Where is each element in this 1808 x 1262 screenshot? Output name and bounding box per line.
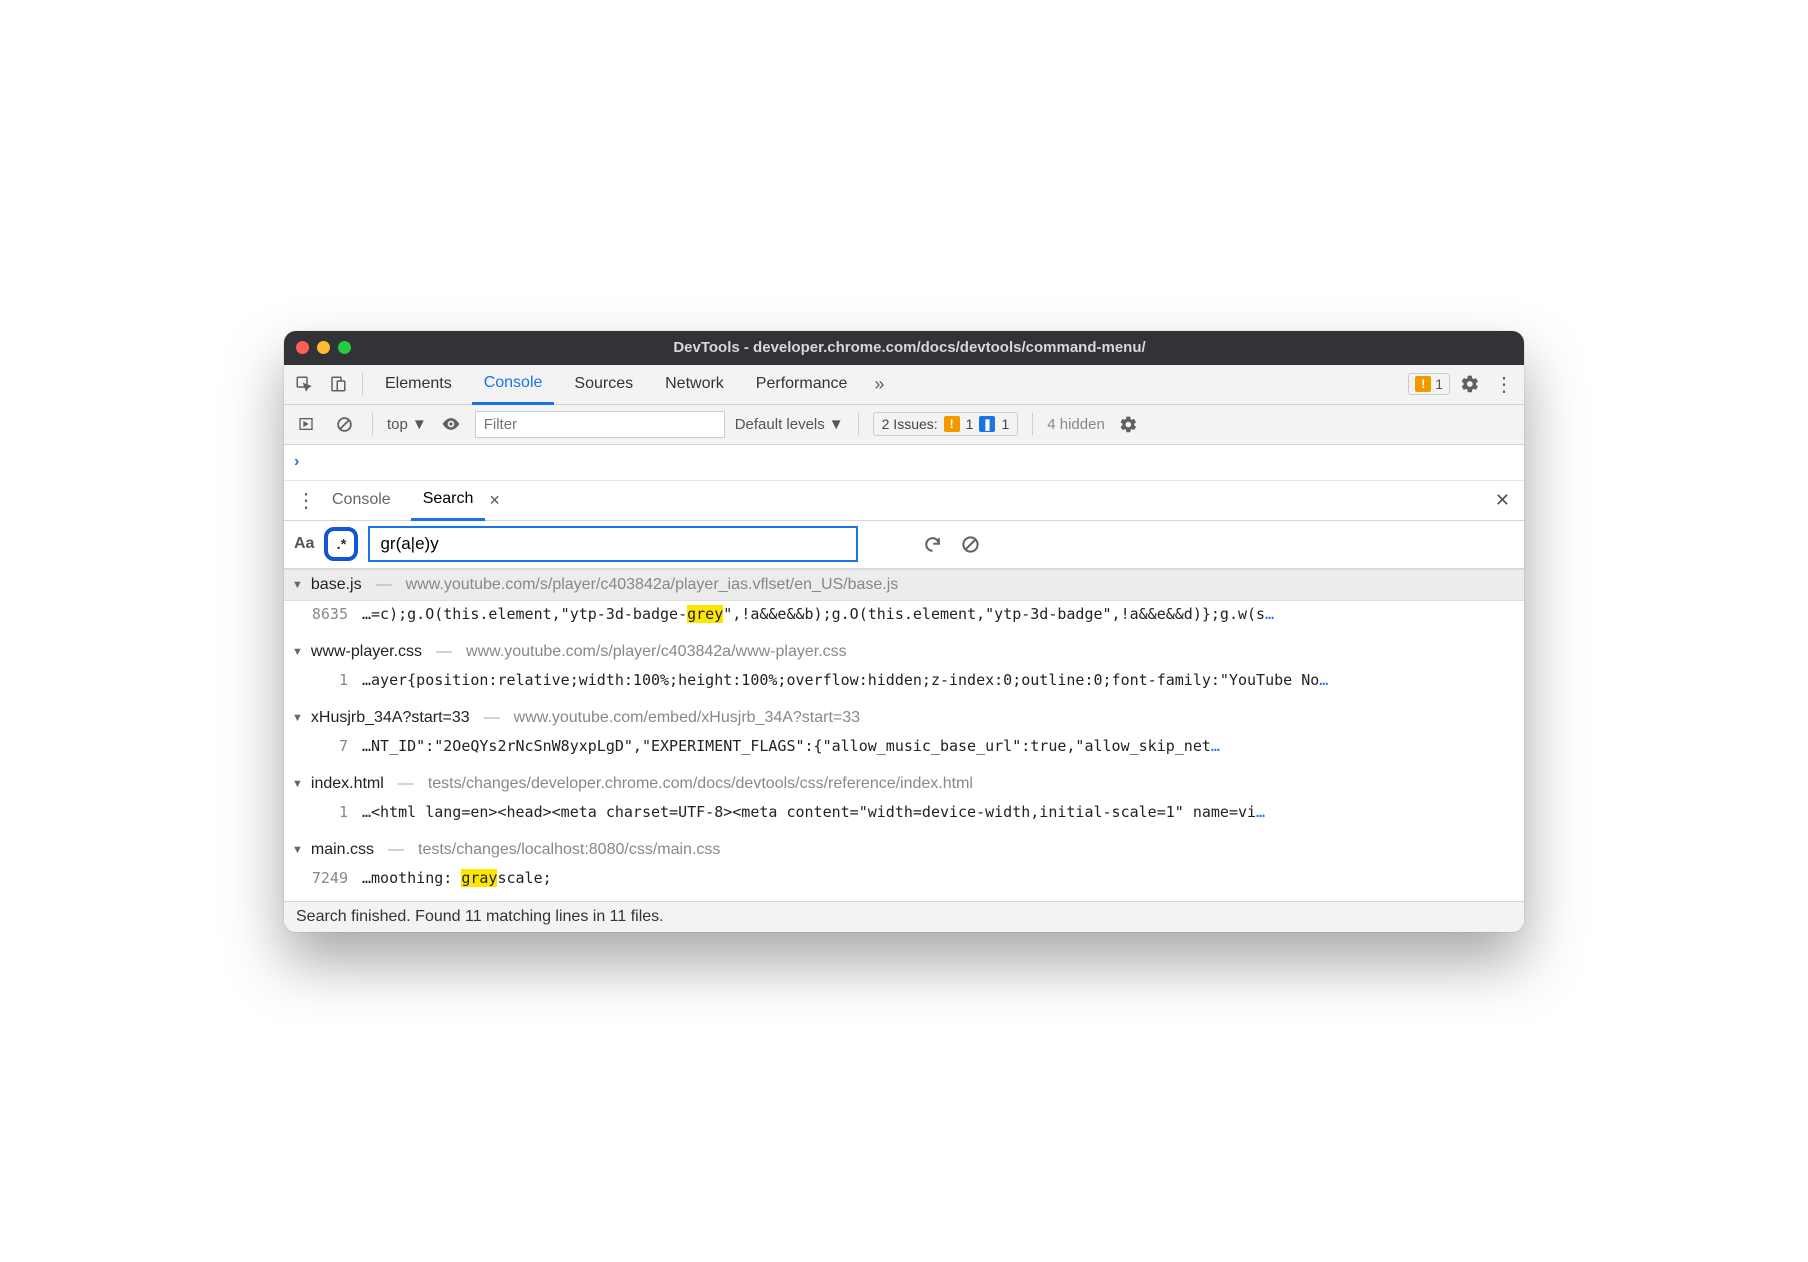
- close-drawer-icon[interactable]: ✕: [1489, 490, 1516, 511]
- result-line[interactable]: 1 …ayer{position:relative;width:100%;heig…: [284, 667, 1524, 703]
- prompt-chevron-icon: ›: [294, 453, 299, 471]
- issues-button[interactable]: 2 Issues: ! 1 ❚ 1: [873, 412, 1019, 436]
- close-window-button[interactable]: [296, 341, 309, 354]
- result-filename: index.html: [311, 775, 384, 793]
- main-tab-sources[interactable]: Sources: [562, 365, 645, 404]
- chevron-down-icon: ▼: [829, 416, 844, 433]
- search-results: ▼base.js—www.youtube.com/s/player/c40384…: [284, 569, 1524, 901]
- result-filename: base.js: [311, 576, 362, 594]
- code-snippet: …NT_ID":"2OeQYs2rNcSnW8yxpLgD","EXPERIME…: [362, 737, 1220, 755]
- more-tabs-icon[interactable]: »: [865, 370, 893, 398]
- divider: [858, 413, 859, 435]
- issues-warn-count: 1: [966, 416, 974, 432]
- result-file-header[interactable]: ▼index.html—tests/changes/developer.chro…: [284, 769, 1524, 799]
- drawer-tab-console[interactable]: Console: [320, 481, 403, 520]
- disclosure-triangle-icon: ▼: [292, 844, 303, 856]
- console-prompt[interactable]: ›: [284, 445, 1524, 481]
- drawer-tab-search[interactable]: Search: [411, 481, 486, 521]
- context-dropdown[interactable]: top ▼: [387, 416, 427, 433]
- issues-info-count: 1: [1001, 416, 1009, 432]
- inspect-element-icon[interactable]: [290, 370, 318, 398]
- line-number: 7249: [302, 869, 348, 887]
- log-levels-dropdown[interactable]: Default levels ▼: [735, 416, 844, 433]
- regex-button[interactable]: .*: [324, 527, 358, 561]
- clear-console-icon[interactable]: [330, 410, 358, 438]
- code-snippet: …ayer{position:relative;width:100%;heigh…: [362, 671, 1328, 689]
- code-snippet: …=c);g.O(this.element,"ytp-3d-badge-grey…: [362, 605, 1274, 623]
- result-line[interactable]: 7249 …moothing: grayscale;: [284, 865, 1524, 901]
- line-number: 1: [302, 803, 348, 821]
- line-number: 1: [302, 671, 348, 689]
- maximize-window-button[interactable]: [338, 341, 351, 354]
- warning-icon: !: [944, 416, 960, 432]
- result-filename: xHusjrb_34A?start=33: [311, 709, 470, 727]
- refresh-icon[interactable]: [918, 530, 946, 558]
- close-tab-icon[interactable]: ×: [489, 490, 500, 511]
- match-case-button[interactable]: Aa: [294, 535, 314, 553]
- result-filename: main.css: [311, 841, 374, 859]
- status-bar: Search finished. Found 11 matching lines…: [284, 901, 1524, 932]
- divider: [362, 373, 363, 395]
- issues-warn-badge[interactable]: ! 1: [1408, 373, 1450, 395]
- main-tab-console[interactable]: Console: [472, 365, 555, 405]
- window-title: DevTools - developer.chrome.com/docs/dev…: [367, 339, 1452, 356]
- code-snippet: …moothing: grayscale;: [362, 869, 552, 887]
- result-file-header[interactable]: ▼xHusjrb_34A?start=33—www.youtube.com/em…: [284, 703, 1524, 733]
- result-file-header[interactable]: ▼main.css—tests/changes/localhost:8080/c…: [284, 835, 1524, 865]
- result-filepath: www.youtube.com/embed/xHusjrb_34A?start=…: [514, 709, 860, 727]
- result-filepath: tests/changes/localhost:8080/css/main.cs…: [418, 841, 720, 859]
- minimize-window-button[interactable]: [317, 341, 330, 354]
- drawer-menu-icon[interactable]: ⋮: [292, 486, 320, 514]
- warning-icon: !: [1415, 376, 1431, 392]
- issues-label: 2 Issues:: [882, 416, 938, 432]
- titlebar: DevTools - developer.chrome.com/docs/dev…: [284, 331, 1524, 365]
- result-line[interactable]: 1 …<html lang=en><head><meta charset=UTF-…: [284, 799, 1524, 835]
- info-icon: ❚: [979, 416, 995, 432]
- result-filename: www-player.css: [311, 643, 422, 661]
- chevron-down-icon: ▼: [412, 416, 427, 433]
- search-input[interactable]: [368, 526, 858, 562]
- window-controls: [296, 341, 351, 354]
- filter-input[interactable]: [475, 411, 725, 438]
- console-toolbar: top ▼ Default levels ▼ 2 Issues: ! 1 ❚ 1…: [284, 405, 1524, 445]
- warn-count: 1: [1435, 376, 1443, 392]
- line-number: 8635: [302, 605, 348, 623]
- result-filepath: www.youtube.com/s/player/c403842a/www-pl…: [466, 643, 847, 661]
- settings-icon[interactable]: [1456, 370, 1484, 398]
- live-expression-icon[interactable]: [437, 410, 465, 438]
- kebab-menu-icon[interactable]: ⋮: [1490, 370, 1518, 398]
- drawer-tabbar: ⋮ ConsoleSearch× ✕: [284, 481, 1524, 521]
- disclosure-triangle-icon: ▼: [292, 778, 303, 790]
- result-line[interactable]: 7 …NT_ID":"2OeQYs2rNcSnW8yxpLgD","EXPERIM…: [284, 733, 1524, 769]
- divider: [372, 413, 373, 435]
- result-file-header[interactable]: ▼base.js—www.youtube.com/s/player/c40384…: [284, 569, 1524, 601]
- result-filepath: www.youtube.com/s/player/c403842a/player…: [406, 576, 899, 594]
- toggle-sidebar-icon[interactable]: [292, 410, 320, 438]
- devtools-window: DevTools - developer.chrome.com/docs/dev…: [284, 331, 1524, 932]
- hidden-count[interactable]: 4 hidden: [1047, 416, 1105, 433]
- levels-label: Default levels: [735, 416, 825, 433]
- main-tab-elements[interactable]: Elements: [373, 365, 464, 404]
- console-settings-icon[interactable]: [1115, 410, 1143, 438]
- divider: [1032, 413, 1033, 435]
- line-number: 7: [302, 737, 348, 755]
- code-snippet: …<html lang=en><head><meta charset=UTF-8…: [362, 803, 1265, 821]
- disclosure-triangle-icon: ▼: [292, 712, 303, 724]
- device-toolbar-icon[interactable]: [324, 370, 352, 398]
- clear-search-icon[interactable]: [956, 530, 984, 558]
- main-tabbar: ElementsConsoleSourcesNetworkPerformance…: [284, 365, 1524, 405]
- result-line[interactable]: 8635 …=c);g.O(this.element,"ytp-3d-badge-…: [284, 601, 1524, 637]
- result-file-header[interactable]: ▼www-player.css—www.youtube.com/s/player…: [284, 637, 1524, 667]
- search-toolbar: Aa .*: [284, 521, 1524, 569]
- disclosure-triangle-icon: ▼: [292, 646, 303, 658]
- result-filepath: tests/changes/developer.chrome.com/docs/…: [428, 775, 973, 793]
- context-label: top: [387, 416, 408, 433]
- disclosure-triangle-icon: ▼: [292, 579, 303, 591]
- main-tab-network[interactable]: Network: [653, 365, 736, 404]
- main-tab-performance[interactable]: Performance: [744, 365, 860, 404]
